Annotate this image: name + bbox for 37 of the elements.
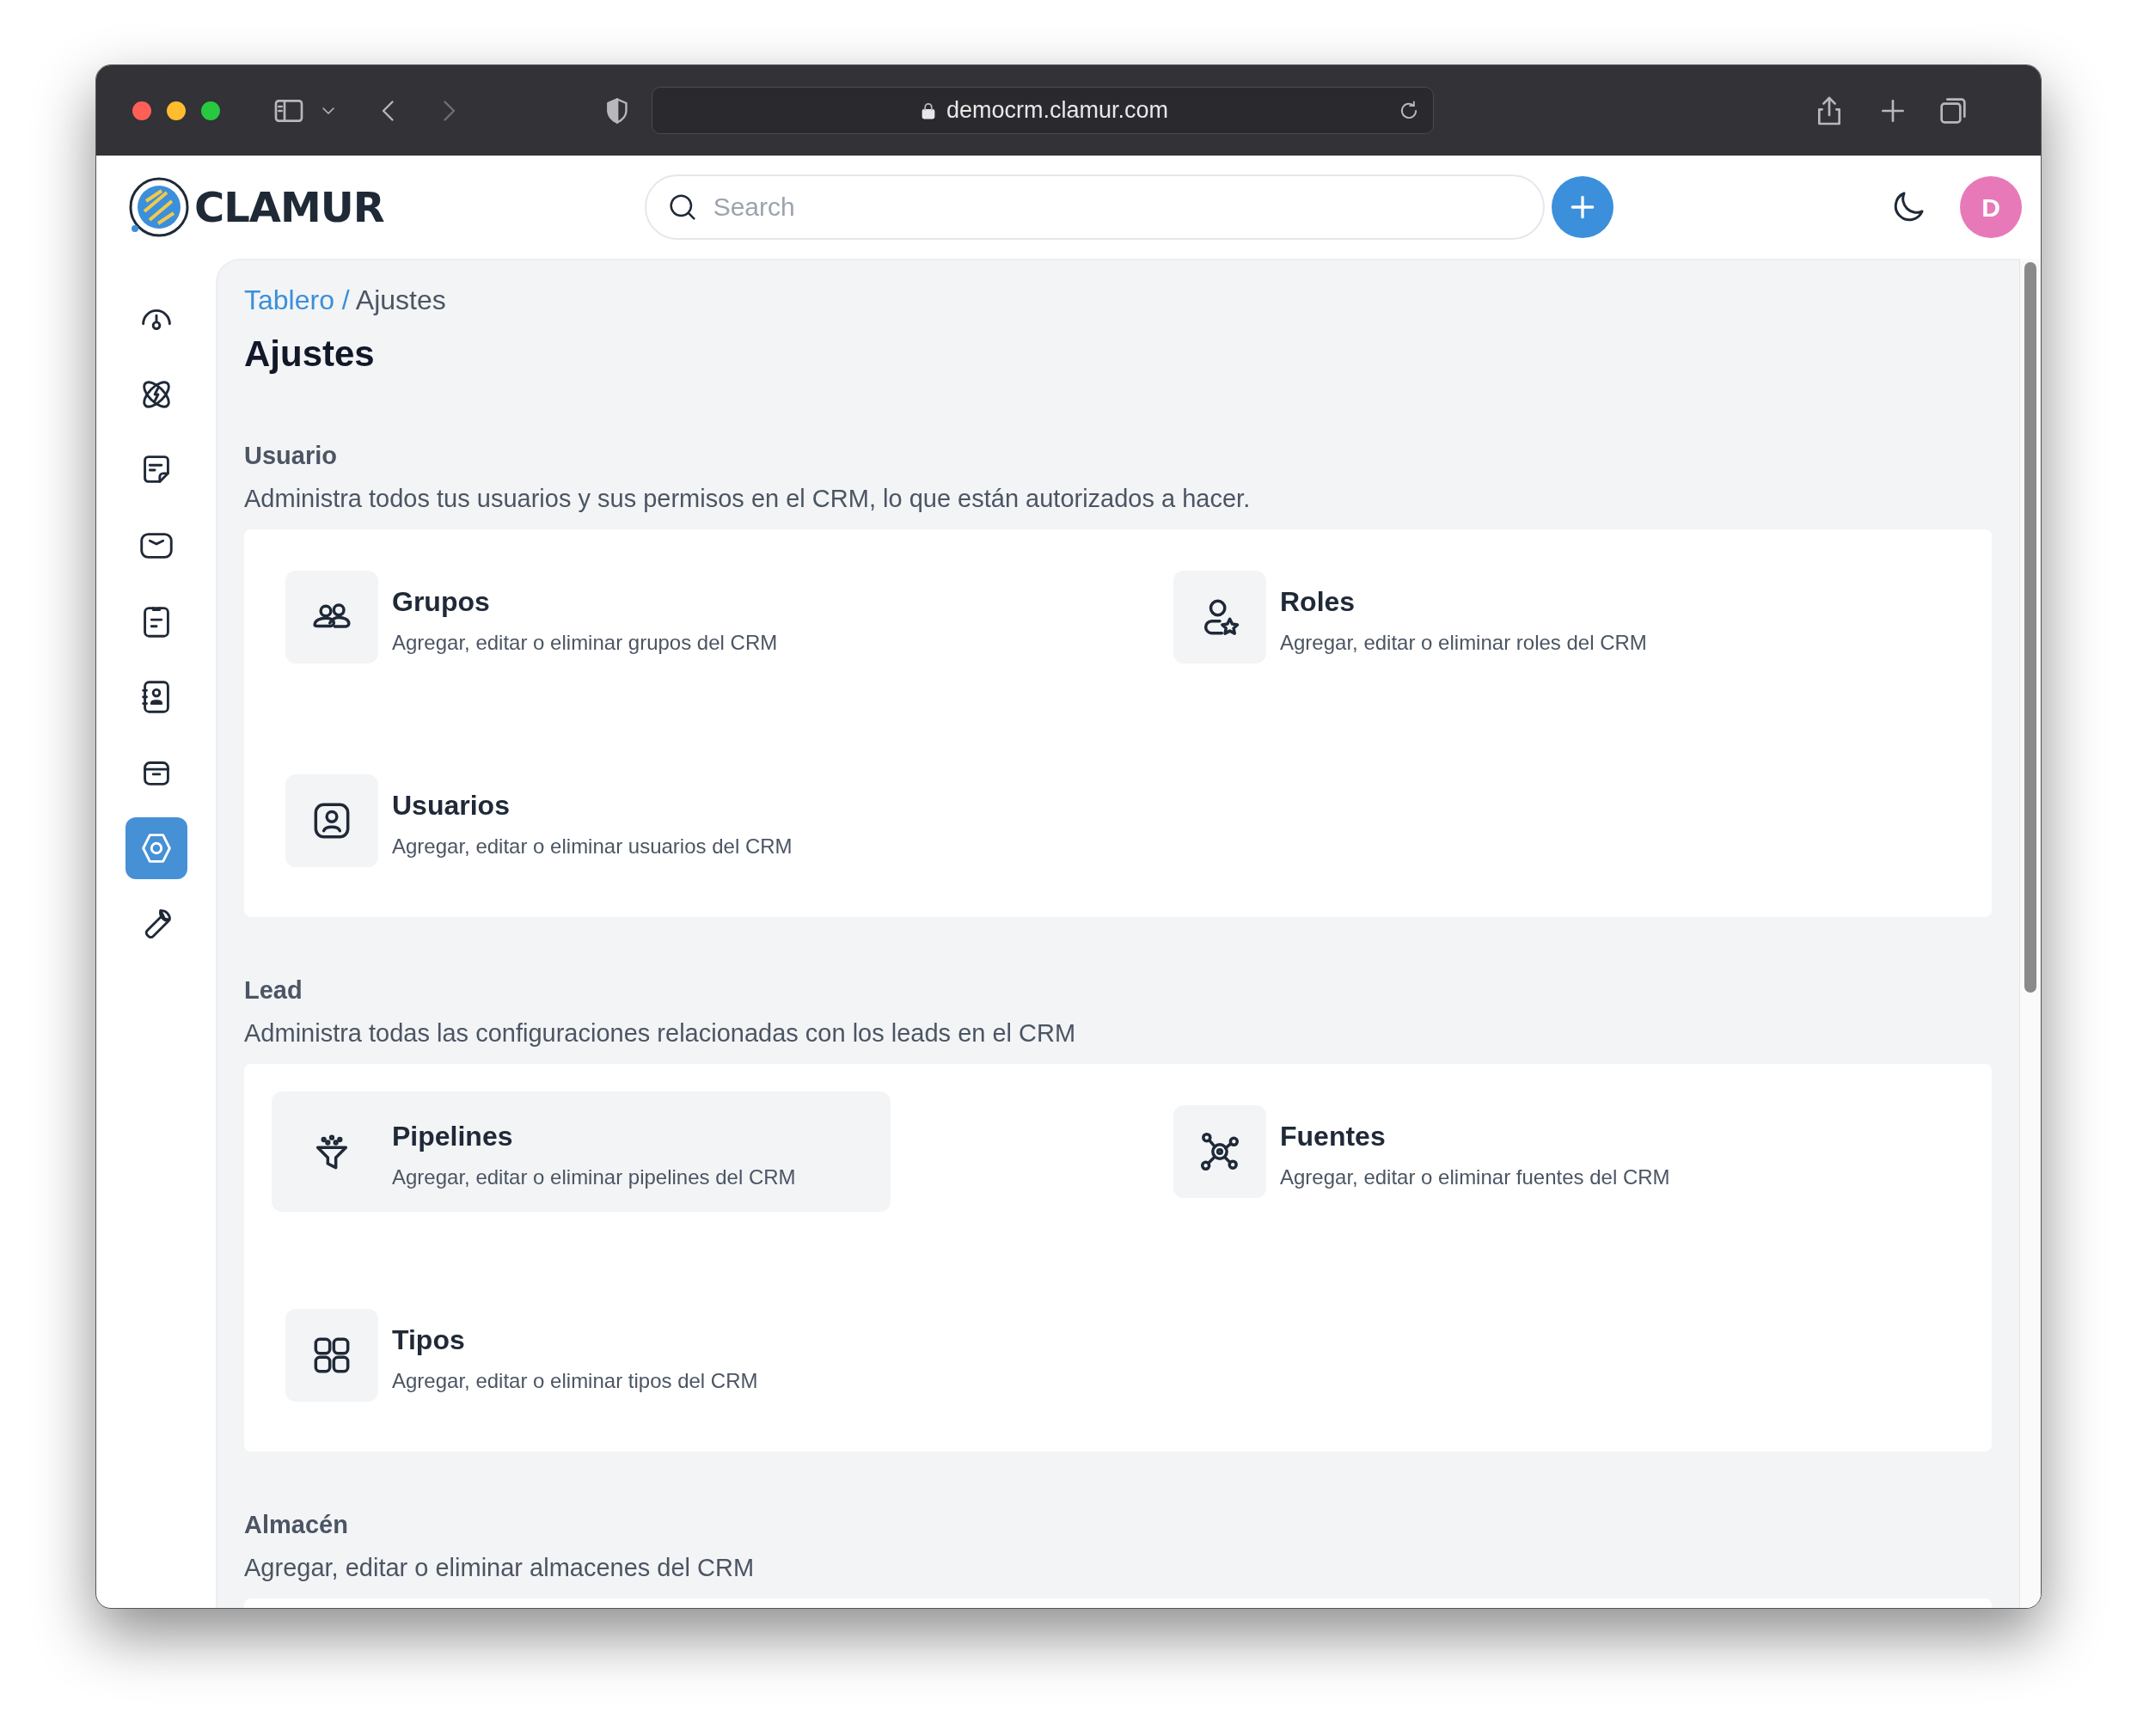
item-title: Fuentes bbox=[1280, 1120, 1387, 1154]
section-description: Administra todos tus usuarios y sus permisos en el CRM, lo que están autorizados a hacer. bbox=[244, 483, 1252, 514]
item-description: Agregar, editar o eliminar grupos del CRM bbox=[392, 630, 778, 657]
url-text: democrm.clamur.com bbox=[946, 96, 1169, 125]
item-description: Agregar, editar o eliminar roles del CRM bbox=[1280, 630, 1647, 657]
breadcrumb-separator: / bbox=[340, 284, 351, 315]
search-field[interactable]: Search bbox=[644, 174, 1545, 240]
item-description: Agregar, editar o eliminar usuarios del CRM bbox=[392, 834, 793, 860]
scrollbar[interactable] bbox=[2019, 259, 2041, 1608]
settings-item[interactable]: Fuentes Agregar, editar o eliminar fuentes del CRM bbox=[1160, 1091, 1779, 1213]
breadcrumb-current: Ajustes bbox=[355, 284, 446, 315]
item-description: Agregar, editar o eliminar tipos del CRM bbox=[392, 1368, 758, 1395]
section-description: Agregar, editar o eliminar almacenes del CRM bbox=[244, 1552, 756, 1583]
section-title: Almacén bbox=[244, 1510, 349, 1541]
item-description: Agregar, editar o eliminar fuentes del CRM bbox=[1280, 1164, 1670, 1191]
section-title: Lead bbox=[244, 975, 303, 1006]
logo-icon bbox=[127, 175, 191, 239]
settings-item[interactable]: Pipelines Agregar, editar o eliminar pipelines del CRM bbox=[272, 1091, 891, 1213]
section-title: Usuario bbox=[244, 441, 338, 472]
section-description: Administra todas las configuraciones relacionadas con los leads en el CRM bbox=[244, 1018, 1077, 1048]
item-title: Grupos bbox=[392, 585, 491, 620]
item-title: Pipelines bbox=[392, 1120, 514, 1154]
settings-item[interactable]: Tipos Agregar, editar o eliminar tipos del CRM bbox=[272, 1295, 891, 1416]
settings-item[interactable]: Roles Agregar, editar o eliminar roles del CRM bbox=[1160, 557, 1779, 678]
scrollbar-thumb[interactable] bbox=[2024, 262, 2036, 993]
item-title: Roles bbox=[1280, 585, 1356, 620]
item-title: Tipos bbox=[392, 1323, 466, 1358]
close-button[interactable] bbox=[132, 101, 151, 120]
item-description: Agregar, editar o eliminar pipelines del CRM bbox=[392, 1164, 796, 1191]
minimize-button[interactable] bbox=[167, 101, 186, 120]
maximize-button[interactable] bbox=[201, 101, 220, 120]
item-title: Usuarios bbox=[392, 789, 511, 823]
address-bar[interactable]: democrm.clamur.com bbox=[652, 87, 1434, 134]
page-title: Ajustes bbox=[244, 333, 376, 376]
settings-item[interactable]: Usuarios Agregar, editar o eliminar usuarios del CRM bbox=[272, 761, 891, 882]
settings-item[interactable]: Grupos Agregar, editar o eliminar grupos del CRM bbox=[272, 557, 891, 678]
logo[interactable]: CLAMUR bbox=[127, 175, 384, 239]
